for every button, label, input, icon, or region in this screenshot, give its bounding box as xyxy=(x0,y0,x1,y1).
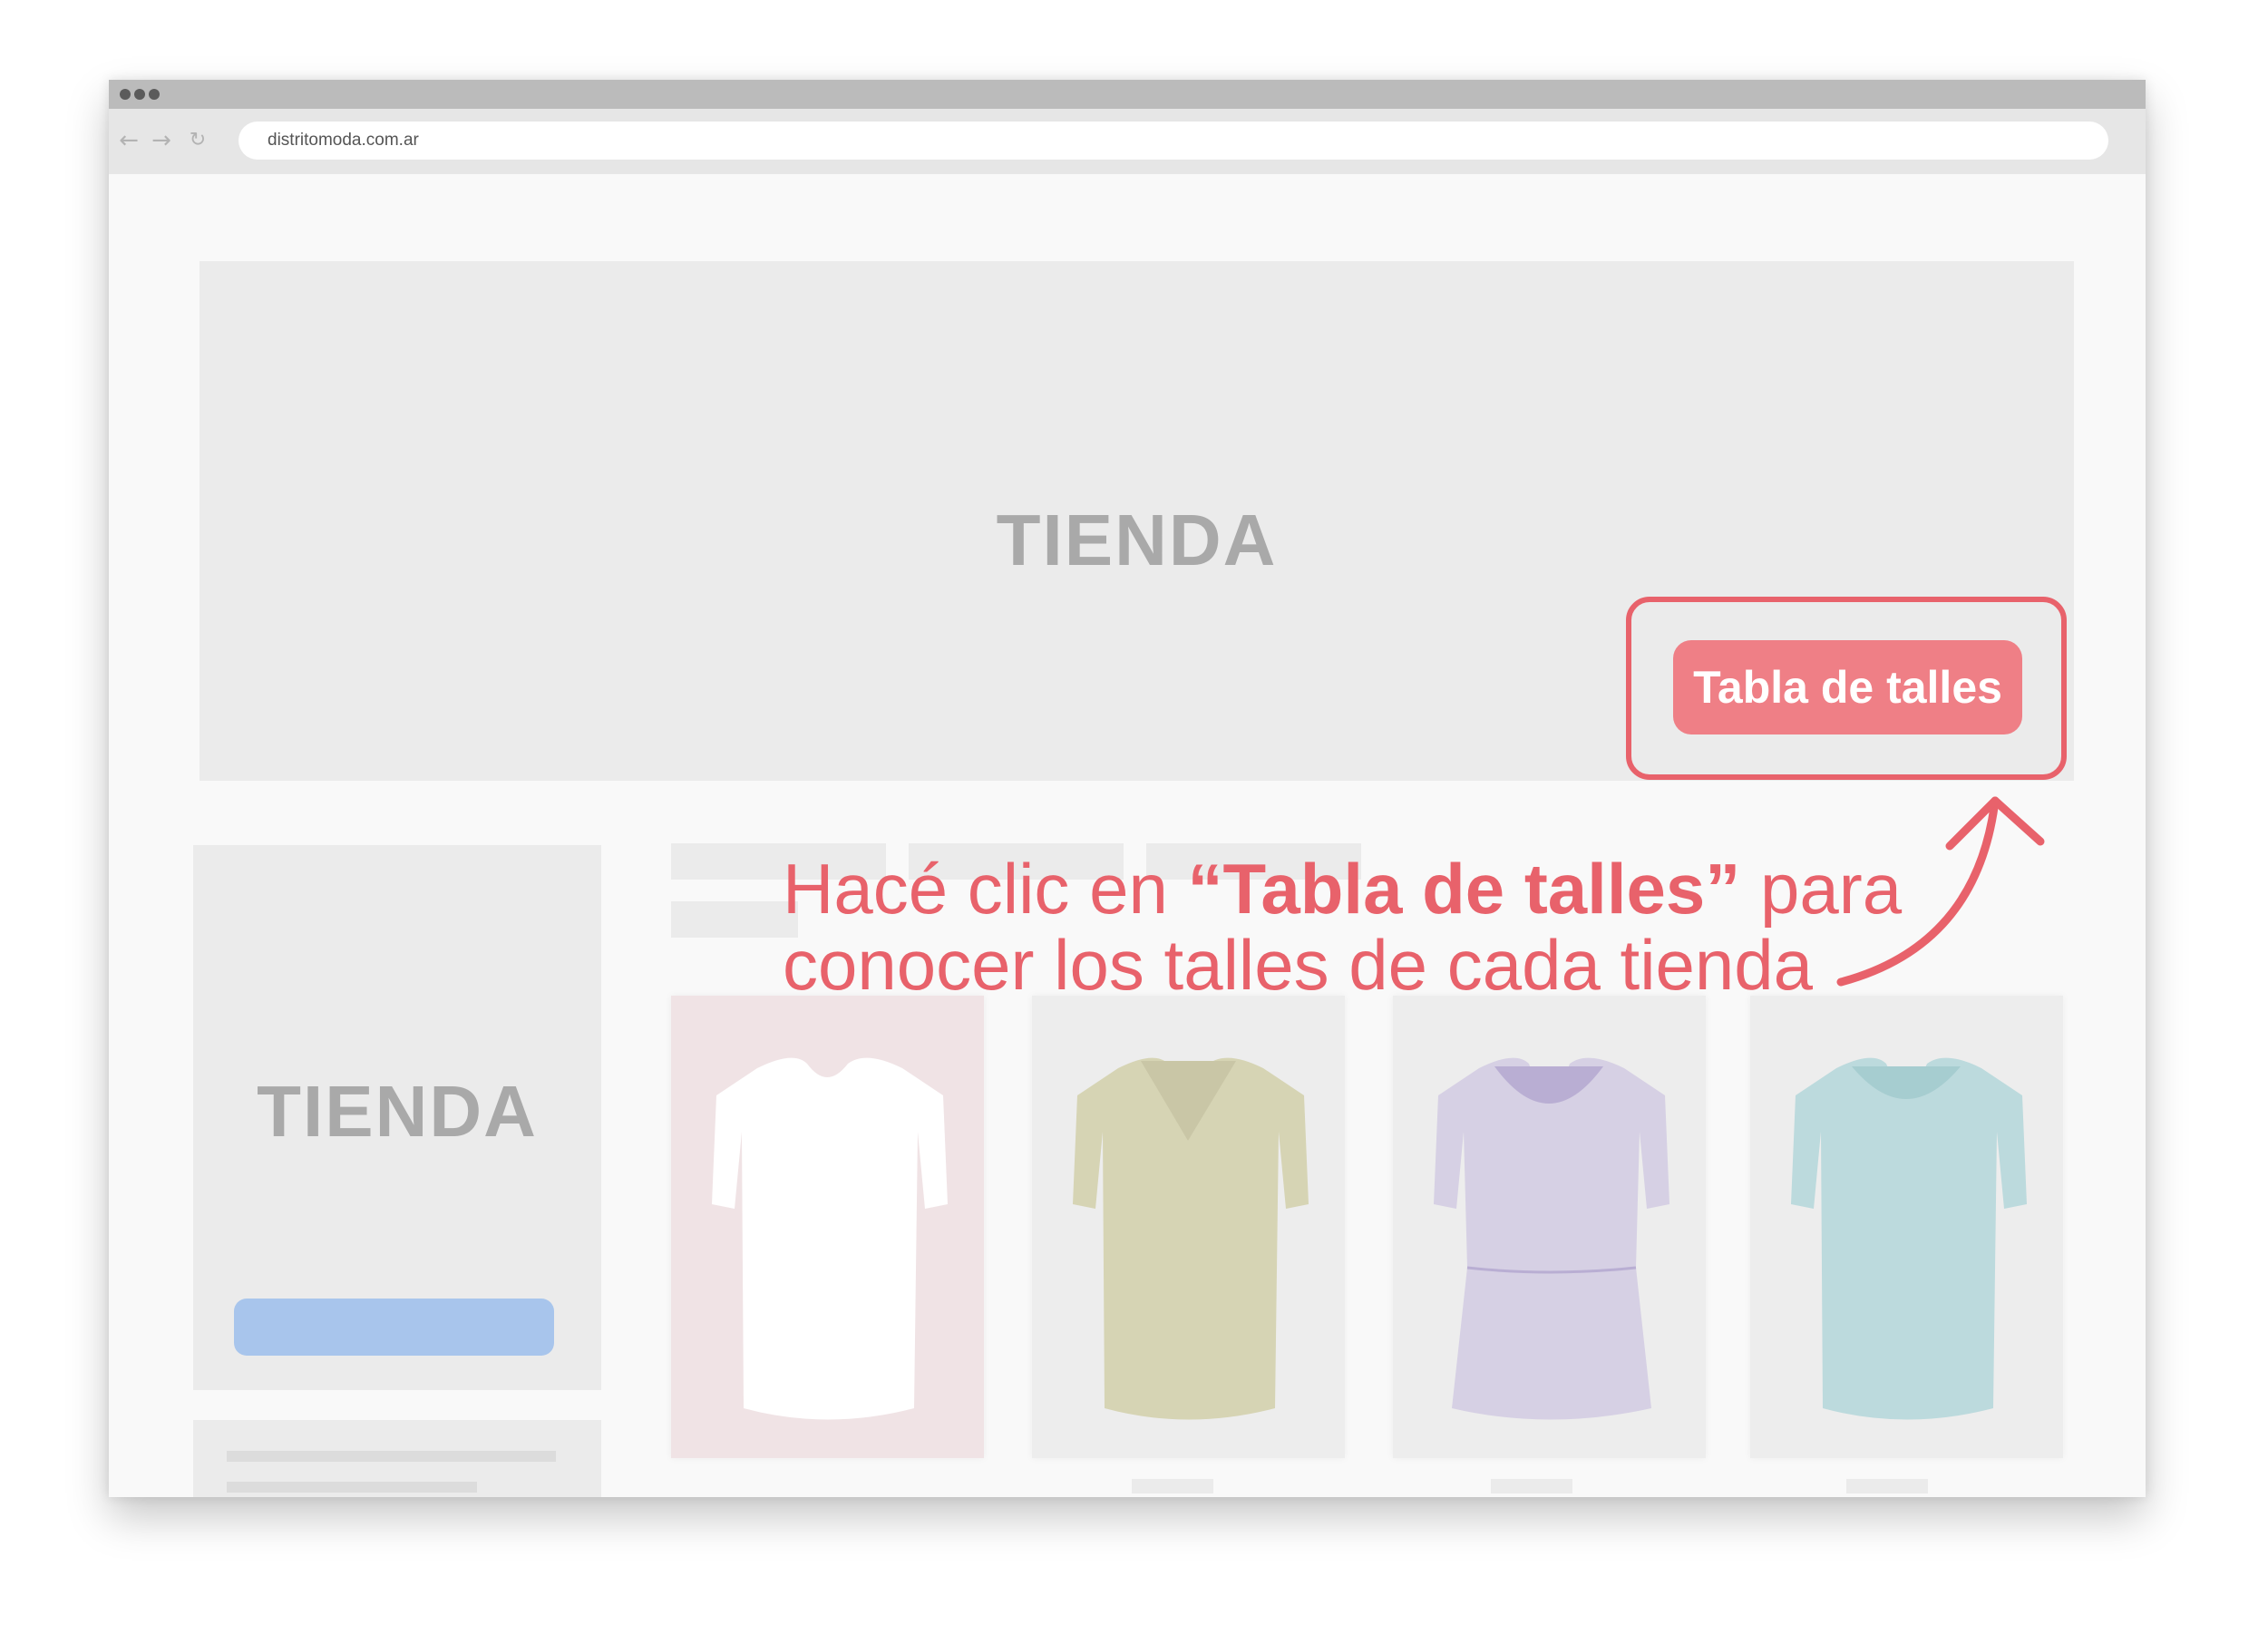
shirt-icon xyxy=(712,1057,948,1420)
text-placeholder xyxy=(227,1482,477,1493)
browser-toolbar: ← → ↻ distritomoda.com.ar xyxy=(109,109,2146,174)
reload-icon[interactable]: ↻ xyxy=(185,124,210,157)
callout-prefix: Hacé clic en xyxy=(783,849,1188,929)
price-placeholder xyxy=(1491,1479,1572,1493)
store-card-title: TIENDA xyxy=(257,1071,538,1152)
product-card[interactable] xyxy=(1750,996,2063,1458)
shirt-icon xyxy=(1434,1057,1669,1420)
window-dot[interactable] xyxy=(149,89,160,100)
filter-tab[interactable] xyxy=(671,901,798,938)
shirt-icon xyxy=(1073,1057,1309,1420)
window-dot[interactable] xyxy=(120,89,131,100)
price-placeholder xyxy=(1846,1479,1928,1493)
product-card[interactable] xyxy=(671,996,984,1458)
size-chart-button[interactable]: Tabla de talles xyxy=(1673,640,2022,734)
product-card[interactable] xyxy=(1032,996,1345,1458)
shirt-icon xyxy=(1791,1057,2027,1420)
back-arrow-icon[interactable]: ← xyxy=(116,124,141,157)
url-text: distritomoda.com.ar xyxy=(268,131,419,150)
text-placeholder xyxy=(227,1451,556,1462)
store-card: TIENDA xyxy=(193,845,601,1390)
store-info-card xyxy=(193,1420,601,1497)
browser-window: ← → ↻ distritomoda.com.ar TIENDA TIENDA xyxy=(109,80,2146,1497)
pointer-arrow-icon xyxy=(1836,796,2045,987)
product-card[interactable] xyxy=(1393,996,1706,1458)
instruction-callout: Hacé clic en “Tabla de talles” para cono… xyxy=(783,851,1907,1003)
price-placeholder xyxy=(1132,1479,1213,1493)
store-banner-title: TIENDA xyxy=(996,500,1278,580)
forward-arrow-icon[interactable]: → xyxy=(149,124,174,157)
title-bar xyxy=(109,80,2146,109)
window-dot[interactable] xyxy=(134,89,145,100)
callout-emphasis: “Tabla de talles” xyxy=(1187,849,1741,929)
address-bar[interactable]: distritomoda.com.ar xyxy=(238,122,2108,160)
store-card-button[interactable] xyxy=(234,1299,554,1356)
